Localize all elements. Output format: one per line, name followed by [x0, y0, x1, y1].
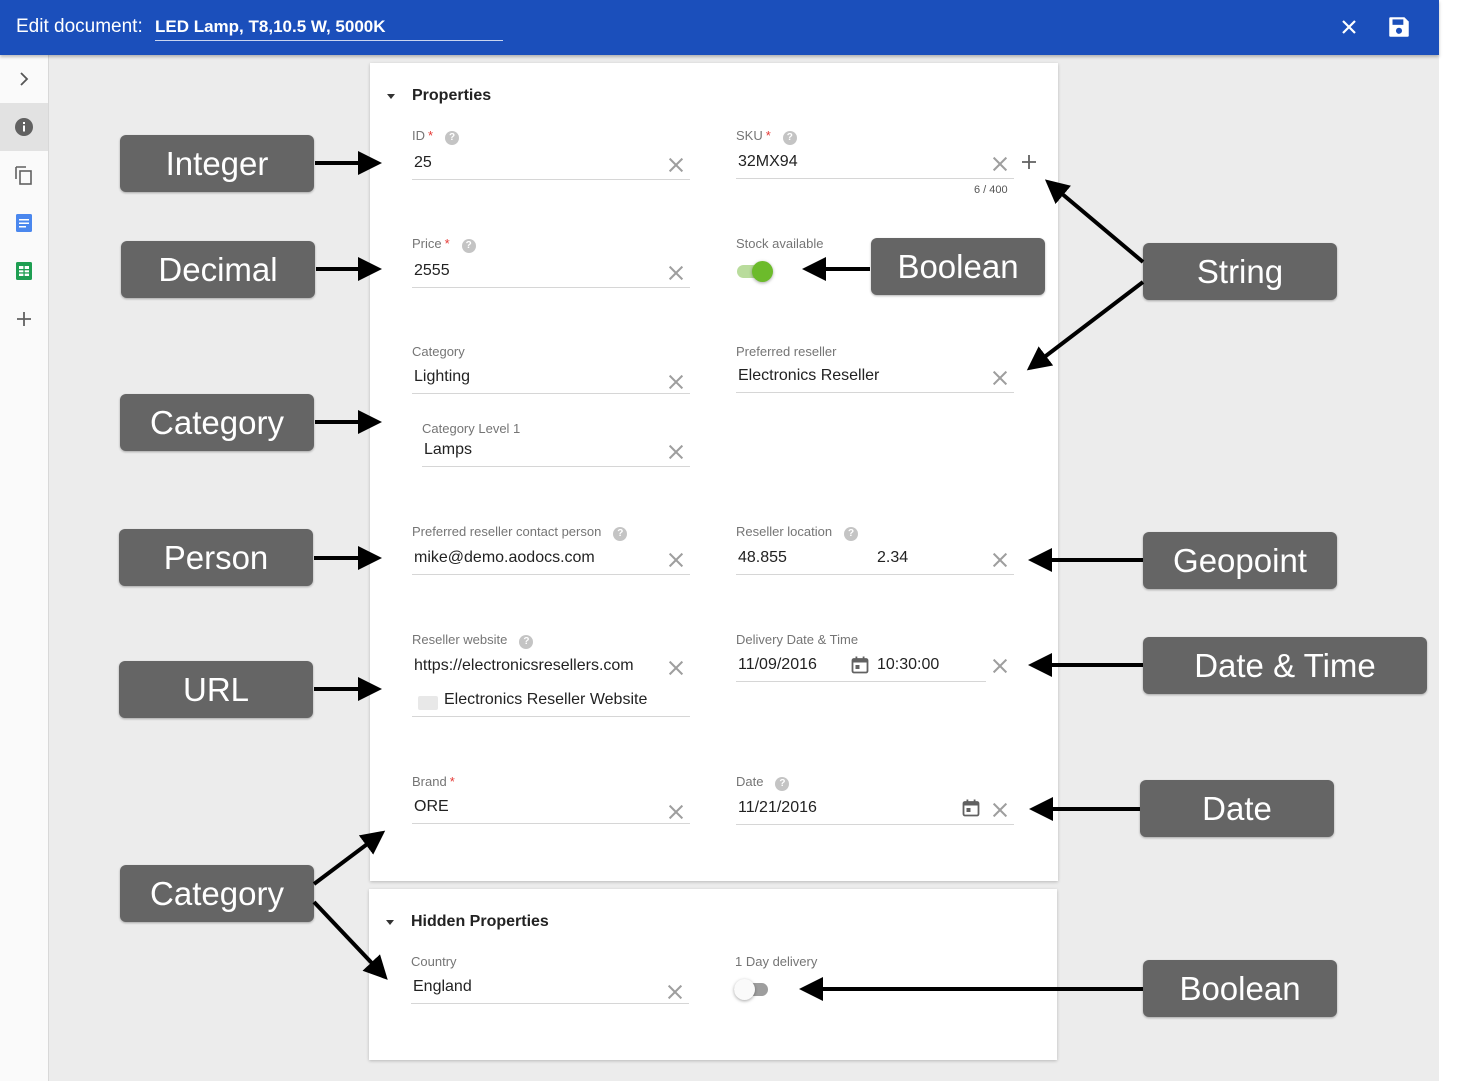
top-app-bar: Edit document: LED Lamp, T8,10.5 W, 5000…: [0, 0, 1439, 55]
arrow-category-brand: [312, 830, 386, 886]
arrow-string-reseller: [1026, 280, 1145, 371]
save-icon[interactable]: [1386, 14, 1412, 40]
close-icon[interactable]: [1336, 14, 1362, 40]
annotation-arrows: [312, 151, 1145, 1001]
edit-document-label: Edit document:: [16, 16, 143, 37]
arrow-category-country: [312, 900, 388, 980]
document-title-input[interactable]: LED Lamp, T8,10.5 W, 5000K: [155, 15, 503, 41]
arrow-string-sku: [1044, 179, 1145, 264]
